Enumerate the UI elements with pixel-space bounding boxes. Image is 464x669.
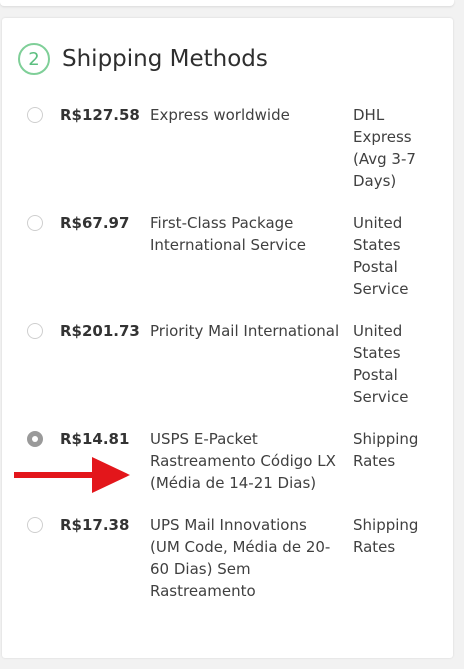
shipping-option-price: R$201.73	[60, 322, 140, 340]
shipping-option-radio[interactable]	[27, 107, 43, 123]
section-title: Shipping Methods	[62, 46, 268, 72]
shipping-option-description: First-Class Package International Servic…	[150, 214, 306, 254]
shipping-option-carrier: DHL Express (Avg 3-7 Days)	[353, 106, 416, 190]
step-number-badge: 2	[18, 43, 50, 75]
shipping-option-carrier: United States Postal Service	[353, 214, 409, 298]
shipping-option-description: Express worldwide	[150, 106, 290, 124]
shipping-option-carrier: United States Postal Service	[353, 322, 409, 406]
shipping-option-radio[interactable]	[27, 215, 43, 231]
section-header: 2 Shipping Methods	[18, 43, 268, 75]
shipping-option-price: R$17.38	[60, 516, 130, 534]
red-arrow-icon	[14, 457, 130, 493]
shipping-option-description: UPS Mail Innovations (UM Code, Média de …	[150, 516, 331, 600]
previous-section-card	[0, 0, 454, 6]
shipping-option-description: USPS E-Packet Rastreamento Código LX (Mé…	[150, 430, 336, 492]
shipping-option-description: Priority Mail International	[150, 322, 340, 340]
shipping-option-price: R$127.58	[60, 106, 140, 124]
shipping-option-carrier: Shipping Rates	[353, 430, 419, 470]
shipping-option-radio[interactable]	[27, 323, 43, 339]
shipping-option-carrier: Shipping Rates	[353, 516, 419, 556]
shipping-option-price: R$14.81	[60, 430, 130, 448]
shipping-option-price: R$67.97	[60, 214, 130, 232]
shipping-option-radio[interactable]	[27, 517, 43, 533]
shipping-methods-card: 2 Shipping Methods R$127.58 Express worl…	[2, 18, 453, 658]
shipping-option-radio-selected[interactable]	[27, 431, 43, 447]
